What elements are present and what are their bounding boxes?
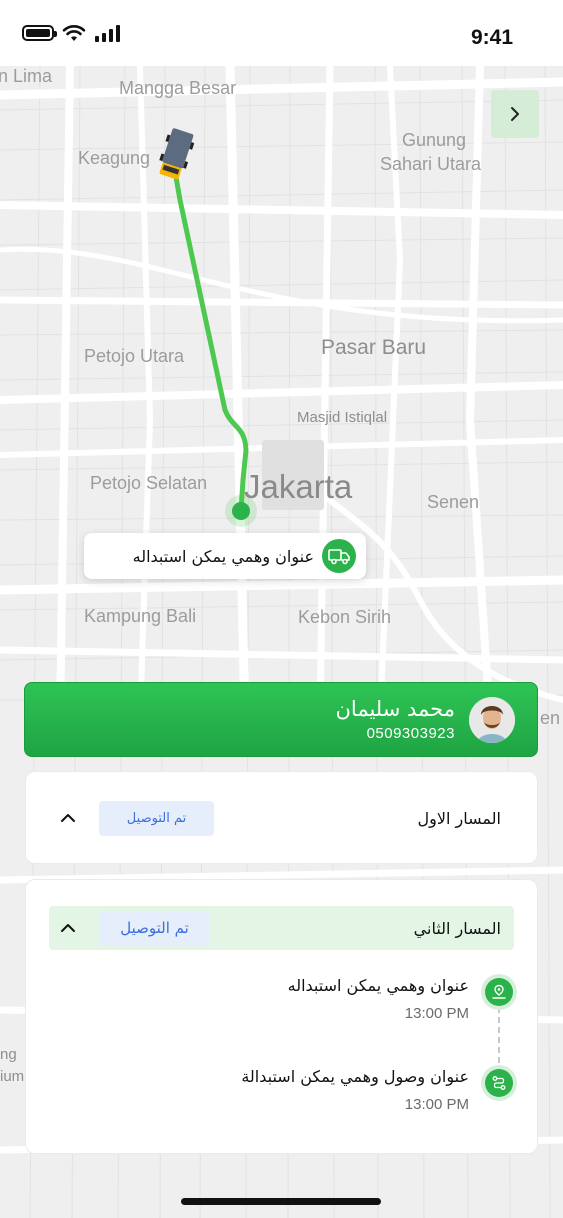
battery-icon <box>22 25 57 41</box>
map-label: Keagung <box>78 148 151 168</box>
route-stop[interactable]: عنوان وصول وهمي يمكن استبدالة 13:00 PM <box>241 1065 517 1113</box>
stop-time: 13:00 PM <box>404 1005 469 1022</box>
route-header[interactable]: المسار الثاني تم التوصيل <box>49 906 514 950</box>
route-header-actions: تم التوصيل <box>59 800 214 836</box>
driver-phone[interactable]: 0509303923 <box>336 725 456 742</box>
truck-marker-icon <box>159 128 195 180</box>
truck-icon <box>322 539 356 573</box>
map-label: Pasar Baru <box>321 336 427 359</box>
map-label: Gunung <box>402 130 467 150</box>
stop-address: عنوان وهمي يمكن استبداله <box>287 976 469 995</box>
map-label: en <box>540 708 561 728</box>
status-bar: 9:41 <box>0 0 563 66</box>
stop-icon-ring <box>481 974 517 1010</box>
collapse-panel-button[interactable] <box>491 90 539 138</box>
map-label: n Lima <box>0 66 53 86</box>
route-stop[interactable]: عنوان وهمي يمكن استبداله 13:00 PM <box>288 974 517 1022</box>
map-label: Mangga Besar <box>119 78 237 98</box>
map-label: Kebon Sirih <box>298 607 392 627</box>
status-badge: تم التوصيل <box>99 910 210 946</box>
map-label: Sahari Utara <box>380 154 482 174</box>
status-time: 9:41 <box>470 26 513 49</box>
stop-icon-ring <box>481 1065 517 1101</box>
driver-info: محمد سليمان 0509303923 <box>336 697 456 742</box>
map-label: ng <box>0 1046 17 1063</box>
route-title: المسار الاول <box>417 808 501 828</box>
stop-text: عنوان وصول وهمي يمكن استبدالة 13:00 PM <box>241 1065 469 1113</box>
route-title: المسار الثاني <box>413 918 501 938</box>
chevron-up-icon[interactable] <box>59 919 77 937</box>
map-label: Masjid Istiqlal <box>297 409 388 426</box>
home-indicator[interactable] <box>181 1198 381 1205</box>
route-card-second[interactable]: المسار الثاني تم التوصيل عنوان وهمي يمكن… <box>25 879 538 1154</box>
status-badge: تم التوصيل <box>99 800 214 836</box>
route-icon <box>485 1069 513 1097</box>
stop-address: عنوان وصول وهمي يمكن استبدالة <box>241 1067 469 1086</box>
pin-route-icon <box>485 978 513 1006</box>
map-label: Jakarta <box>244 468 353 505</box>
route-card-first[interactable]: المسار الاول تم التوصيل <box>25 771 538 864</box>
chevron-right-icon <box>511 107 519 121</box>
stop-text: عنوان وهمي يمكن استبداله 13:00 PM <box>288 974 469 1022</box>
map-label: Senen <box>427 492 480 512</box>
chevron-up-icon[interactable] <box>59 809 77 827</box>
route-header-actions: تم التوصيل <box>59 910 210 946</box>
map-label: Kampung Bali <box>84 606 197 626</box>
status-icons <box>22 24 120 42</box>
map-label: Petojo Utara <box>84 346 185 366</box>
wifi-icon <box>62 25 86 41</box>
address-callout[interactable]: عنوان وهمي يمكن استبداله <box>84 533 366 579</box>
driver-name: محمد سليمان <box>335 697 456 721</box>
signal-icon <box>95 25 120 42</box>
callout-address: عنوان وهمي يمكن استبداله <box>132 546 314 566</box>
map-label: Petojo Selatan <box>90 473 208 493</box>
driver-card[interactable]: محمد سليمان 0509303923 <box>24 682 538 757</box>
route-header[interactable]: المسار الاول تم التوصيل <box>49 796 514 840</box>
stop-time: 13:00 PM <box>404 1096 469 1113</box>
map-label: ium <box>0 1068 25 1085</box>
avatar <box>469 696 515 743</box>
